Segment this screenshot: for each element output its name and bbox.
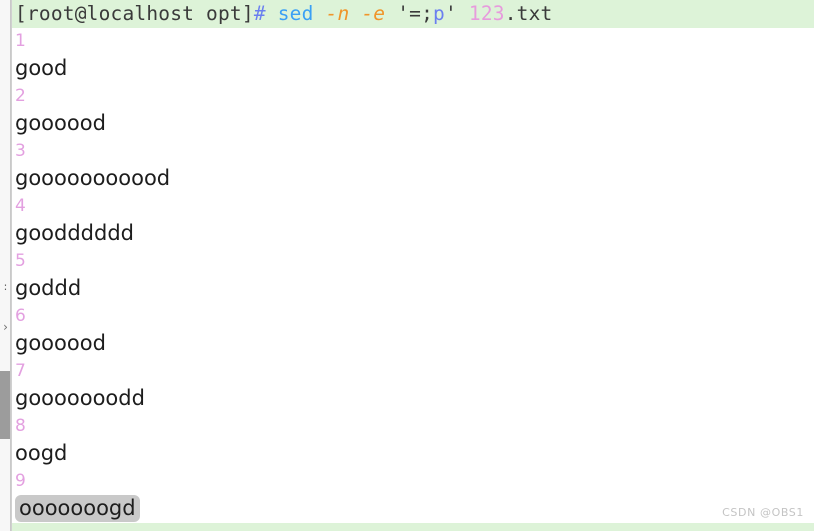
output-line-text: goddd xyxy=(15,276,82,300)
output-line-number: 8 xyxy=(15,415,26,436)
option-e-flag: -e xyxy=(361,2,386,25)
csdn-watermark: CSDN @OBS1 xyxy=(722,506,804,519)
output-line-text: oogd xyxy=(15,441,68,465)
sed-script-open: '=; xyxy=(397,2,434,25)
space-3 xyxy=(349,2,361,25)
command-name: sed xyxy=(277,2,314,25)
selected-text[interactable]: ooooooogd xyxy=(15,495,140,522)
space-4 xyxy=(385,2,397,25)
output-line-number: 7 xyxy=(15,360,26,381)
output-line-text: goooood xyxy=(15,331,106,355)
output-line-number: 6 xyxy=(15,305,26,326)
gutter-divider xyxy=(11,0,12,531)
space-2 xyxy=(314,2,326,25)
next-command-line[interactable]: [root@localhost opt]# xyxy=(12,522,814,531)
chevron-right-icon: › xyxy=(3,320,8,334)
sed-script-print-cmd: p xyxy=(433,2,445,25)
output-line-text: goodddddd xyxy=(15,221,135,245)
output-line-text: gooooooodd xyxy=(15,386,145,410)
output-line-number: 1 xyxy=(15,30,26,51)
output-line-number: 9 xyxy=(15,470,26,491)
shell-prompt: [root@localhost opt] xyxy=(15,2,254,25)
output-line-number: 4 xyxy=(15,195,26,216)
left-panel-gutter: : › xyxy=(0,0,11,531)
output-line-text: good xyxy=(15,56,68,80)
sed-script-close: ' xyxy=(444,2,457,25)
terminal-output-area: [root@localhost opt]# sed -n -e '=;p' 12… xyxy=(12,0,814,531)
terminal-window[interactable]: : › [root@localhost opt]# sed -n -e '=;p… xyxy=(0,0,814,531)
output-line-number: 5 xyxy=(15,250,26,271)
space-1 xyxy=(266,2,278,25)
filename-extension: .txt xyxy=(504,2,553,25)
output-lines: 1 good 2 goooood 3 gooooooooood 4 goodddddd 5 god… xyxy=(12,28,814,523)
command-line[interactable]: [root@localhost opt]# sed -n -e '=;p' 12… xyxy=(12,0,814,28)
output-line-text: ooooooogd xyxy=(12,495,814,523)
gutter-colon-icon: : xyxy=(3,280,8,293)
space-5 xyxy=(457,2,469,25)
option-n-flag: -n xyxy=(325,2,350,25)
output-line-text: gooooooooood xyxy=(15,166,171,190)
output-line-number: 2 xyxy=(15,85,26,106)
output-line-number: 3 xyxy=(15,140,26,161)
output-line-text: goooood xyxy=(15,111,106,135)
prompt-hash: # xyxy=(253,2,266,25)
filename-base: 123 xyxy=(468,2,505,25)
vertical-scrollbar-thumb[interactable] xyxy=(0,371,10,439)
